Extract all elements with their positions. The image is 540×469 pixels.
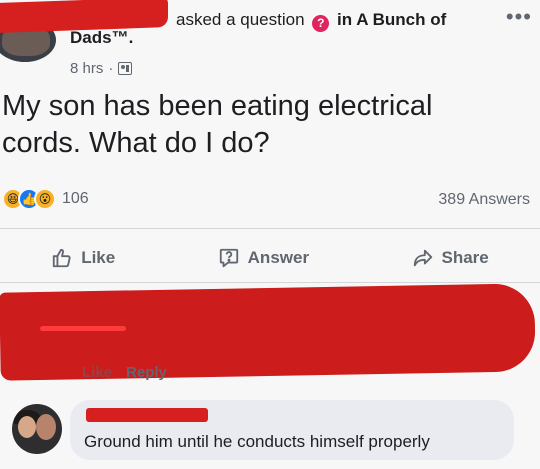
- wow-icon: 😮: [34, 188, 56, 210]
- reaction-summary[interactable]: 😆 👍 😮 106: [2, 188, 89, 210]
- answer-button[interactable]: Answer: [218, 247, 309, 269]
- question-badge-icon: ?: [312, 15, 330, 32]
- group-link[interactable]: in A Bunch of: [337, 10, 446, 29]
- like-label: Like: [81, 248, 116, 267]
- comment-like-link[interactable]: Like: [82, 364, 112, 381]
- like-button[interactable]: Like: [51, 247, 115, 269]
- divider: [0, 228, 540, 229]
- answer-icon: [219, 248, 238, 268]
- more-options-icon[interactable]: •••: [506, 4, 532, 30]
- post-body-line: My son has been eating electrical: [2, 90, 433, 122]
- post-body: My son has been eating electrical cords.…: [2, 88, 522, 162]
- thumbs-up-icon: [53, 248, 71, 268]
- avatar-person: [36, 414, 56, 440]
- post-header: asked a question ? in A Bunch of ••• Dad…: [0, 0, 540, 92]
- share-button[interactable]: Share: [412, 247, 489, 269]
- post-body-line: cords. What do I do?: [2, 127, 270, 159]
- avatar-person: [18, 416, 36, 438]
- comment-reply-link[interactable]: Reply: [126, 364, 167, 381]
- share-label: Share: [441, 248, 489, 267]
- post-action-line: asked a question ? in A Bunch of: [176, 10, 446, 32]
- commenter-avatar[interactable]: [12, 404, 62, 454]
- redaction-highlight: [40, 326, 126, 331]
- post-timestamp[interactable]: 8 hrs: [70, 60, 103, 77]
- divider: [0, 282, 540, 283]
- reaction-count: 106: [62, 190, 89, 207]
- meta-separator: ·: [108, 60, 114, 77]
- redacted-comment: [0, 283, 536, 381]
- post-actions-bar: Like Answer Share: [0, 236, 540, 280]
- comment-text: Ground him until he conducts himself pro…: [84, 432, 430, 451]
- post-card: asked a question ? in A Bunch of ••• Dad…: [0, 0, 540, 469]
- answer-label: Answer: [247, 248, 310, 267]
- share-icon: [413, 249, 432, 267]
- post-meta: 8 hrs ·: [70, 60, 133, 77]
- group-privacy-icon: [118, 62, 133, 75]
- group-name-link[interactable]: Dads™.: [70, 28, 133, 48]
- redacted-commenter-name: [86, 408, 208, 422]
- answers-count-link[interactable]: 389 Answers: [438, 191, 530, 209]
- asked-question-text: asked a question: [176, 10, 305, 29]
- comment-actions: Like Reply: [82, 364, 167, 381]
